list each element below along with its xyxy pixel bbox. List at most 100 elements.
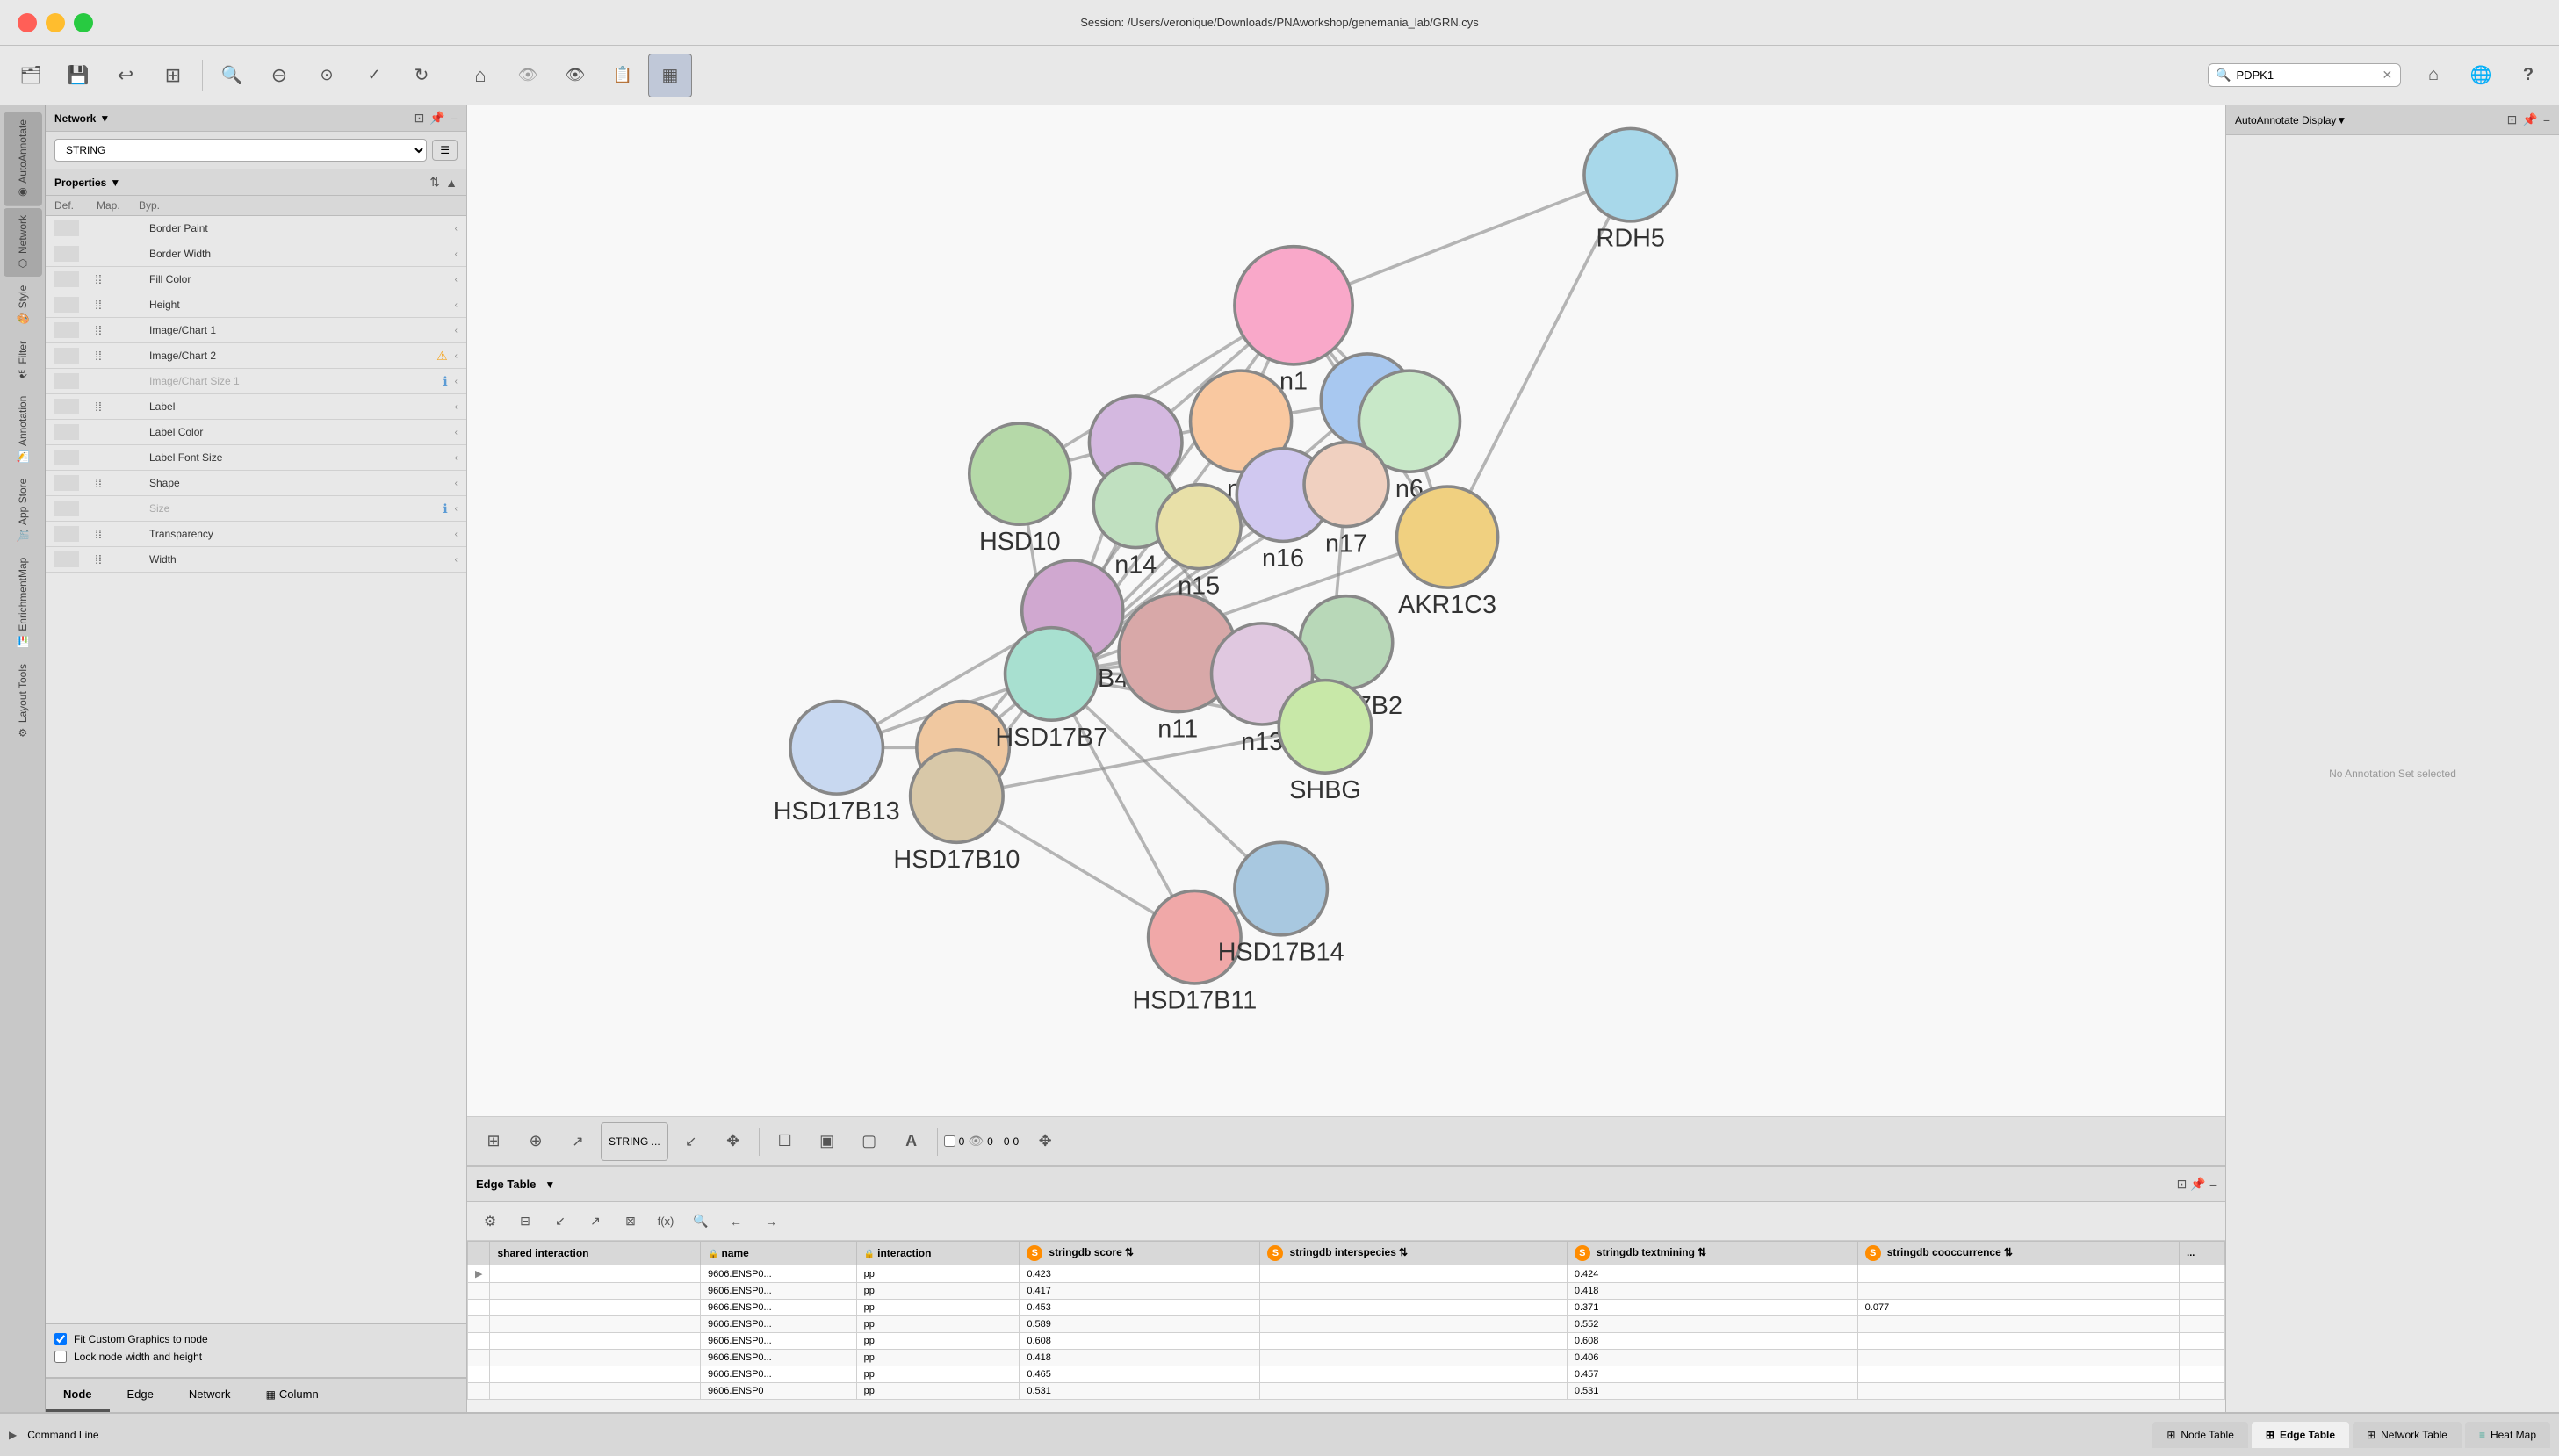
col-stringdb-interspecies[interactable]: S stringdb interspecies ⇅: [1260, 1242, 1567, 1265]
prop-expand-arrow[interactable]: ‹: [455, 249, 458, 259]
table-row[interactable]: 9606.ENSP0...pp0.4650.457: [468, 1366, 2225, 1383]
table-row[interactable]: 9606.ENSP0pp0.5310.531: [468, 1383, 2225, 1400]
undo-button[interactable]: ↩: [104, 54, 148, 97]
copy-button[interactable]: 📋: [601, 54, 645, 97]
sort-icon-score[interactable]: ⇅: [1125, 1246, 1134, 1258]
prop-def-cell[interactable]: [54, 246, 79, 262]
network-select[interactable]: STRING: [54, 139, 427, 162]
annotation-text-button[interactable]: A: [892, 1122, 931, 1161]
table-row[interactable]: 9606.ENSP0...pp0.4180.406: [468, 1350, 2225, 1366]
sidebar-item-autoannotate[interactable]: ◉ AutoAnnotate: [4, 112, 42, 206]
right-panel-close-button[interactable]: −: [2543, 112, 2550, 127]
table-float-button[interactable]: ⊡: [2177, 1177, 2188, 1192]
table-export-button[interactable]: ↗: [580, 1206, 611, 1237]
col-stringdb-score[interactable]: S stringdb score ⇅: [1020, 1242, 1260, 1265]
prop-def-cell[interactable]: [54, 501, 79, 516]
prop-map-cell[interactable]: ⁞⁞: [86, 272, 111, 286]
panel-pin-button[interactable]: 📌: [429, 111, 444, 126]
grid-view-button[interactable]: ⊞: [474, 1122, 513, 1161]
property-row[interactable]: Border Width‹: [46, 241, 466, 267]
table-row[interactable]: ▶9606.ENSP0...pp0.4230.424: [468, 1265, 2225, 1283]
network-graph[interactable]: RDH5n1HSD10n3n4n5n6AKR1C3HSD17B4HSD17B13…: [467, 105, 2225, 1116]
prop-map-cell[interactable]: ⁞⁞: [86, 298, 111, 312]
prop-map-cell[interactable]: ⁞⁞: [86, 552, 111, 566]
edge-table-tab[interactable]: ⊞ Edge Table: [2252, 1422, 2349, 1448]
table-formula-button[interactable]: f(x): [650, 1206, 681, 1237]
prop-expand-arrow[interactable]: ‹: [455, 555, 458, 565]
network-node[interactable]: HSD10: [970, 423, 1070, 556]
col-more[interactable]: ...: [2180, 1242, 2225, 1265]
prop-byp-cell[interactable]: [118, 297, 142, 313]
prop-expand-arrow[interactable]: ‹: [455, 275, 458, 285]
prop-def-cell[interactable]: [54, 220, 79, 236]
fit-custom-checkbox[interactable]: [54, 1333, 67, 1345]
window-controls[interactable]: [18, 13, 93, 32]
property-row[interactable]: Label Color‹: [46, 420, 466, 445]
sidebar-item-annotation[interactable]: 📝 Annotation: [4, 389, 42, 470]
zoom-out-button[interactable]: ⊖: [257, 54, 301, 97]
properties-dropdown-arrow[interactable]: ▼: [110, 177, 120, 189]
prop-def-cell[interactable]: [54, 348, 79, 364]
table-dropdown-arrow[interactable]: ▼: [544, 1178, 555, 1191]
sidebar-item-style[interactable]: 🎨 Style: [4, 278, 42, 332]
select-paint-button[interactable]: ▢: [850, 1122, 889, 1161]
prop-def-cell[interactable]: [54, 475, 79, 491]
hide-button[interactable]: 👁: [506, 54, 550, 97]
prop-def-cell[interactable]: [54, 297, 79, 313]
sort-icon-textmining[interactable]: ⇅: [1698, 1246, 1706, 1258]
panel-float-button[interactable]: ⊡: [414, 111, 425, 126]
network-node[interactable]: SHBG: [1279, 681, 1372, 804]
select-box-button[interactable]: ☐: [766, 1122, 804, 1161]
move-button[interactable]: ✥: [714, 1122, 753, 1161]
prop-expand-arrow[interactable]: ‹: [455, 326, 458, 335]
prop-map-cell[interactable]: ⁞⁞: [86, 349, 111, 363]
node-table-tab[interactable]: ⊞ Node Table: [2152, 1422, 2248, 1448]
prop-expand-arrow[interactable]: ‹: [455, 453, 458, 463]
prop-expand-arrow[interactable]: ‹: [455, 351, 458, 361]
property-row[interactable]: Label Font Size‹: [46, 445, 466, 471]
property-row[interactable]: ⁞⁞Shape‹: [46, 471, 466, 496]
globe-button[interactable]: 🌐: [2459, 54, 2503, 97]
layout-button[interactable]: ✥: [1026, 1122, 1064, 1161]
prop-def-cell[interactable]: [54, 551, 79, 567]
search-box[interactable]: 🔍 ✕: [2208, 63, 2401, 87]
prop-byp-cell[interactable]: [118, 501, 142, 516]
col-stringdb-textmining[interactable]: S stringdb textmining ⇅: [1567, 1242, 1857, 1265]
sort-icon-interspecies[interactable]: ⇅: [1399, 1246, 1408, 1258]
table-view-button[interactable]: ▦: [648, 54, 692, 97]
network-table-tab[interactable]: ⊞ Network Table: [2353, 1422, 2462, 1448]
search-clear-button[interactable]: ✕: [2382, 68, 2392, 83]
prop-byp-cell[interactable]: [118, 373, 142, 389]
property-row[interactable]: ⁞⁞Label‹: [46, 394, 466, 420]
prop-map-cell[interactable]: ⁞⁞: [86, 476, 111, 490]
network-node[interactable]: n17: [1304, 443, 1388, 559]
string-button[interactable]: STRING ...: [601, 1122, 668, 1161]
property-row[interactable]: Image/Chart Size 1ℹ‹: [46, 369, 466, 394]
prop-expand-arrow[interactable]: ‹: [455, 300, 458, 310]
table-search-button[interactable]: 🔍: [685, 1206, 717, 1237]
prop-expand-arrow[interactable]: ‹: [455, 224, 458, 234]
zoom-fit-button[interactable]: ⊙: [305, 54, 349, 97]
table-pin-button[interactable]: 📌: [2190, 1177, 2205, 1192]
sidebar-item-enrichmentmap[interactable]: 📊 EnrichmentMap: [4, 551, 42, 655]
property-row[interactable]: ⁞⁞Image/Chart 2⚠‹: [46, 343, 466, 369]
prop-expand-arrow[interactable]: ‹: [455, 428, 458, 437]
prop-byp-cell[interactable]: [118, 526, 142, 542]
open-button[interactable]: 🗂: [9, 54, 53, 97]
table-row[interactable]: 9606.ENSP0...pp0.4170.418: [468, 1283, 2225, 1300]
property-row[interactable]: ⁞⁞Height‹: [46, 292, 466, 318]
zoom-selected-button[interactable]: ✓: [352, 54, 396, 97]
prop-def-cell[interactable]: [54, 271, 79, 287]
share-button[interactable]: ⊕: [516, 1122, 555, 1161]
show-button[interactable]: 👁: [553, 54, 597, 97]
prop-expand-arrow[interactable]: ‹: [455, 530, 458, 539]
property-row[interactable]: ⁞⁞Width‹: [46, 547, 466, 573]
tab-network[interactable]: Network: [171, 1379, 249, 1412]
prop-map-cell[interactable]: ⁞⁞: [86, 323, 111, 337]
lock-node-checkbox[interactable]: [54, 1351, 67, 1363]
heat-map-tab[interactable]: ≡ Heat Map: [2465, 1422, 2550, 1448]
network-node[interactable]: AKR1C3: [1397, 487, 1498, 619]
home-button[interactable]: ⌂: [2411, 54, 2455, 97]
prop-expand-arrow[interactable]: ‹: [455, 402, 458, 412]
prop-byp-cell[interactable]: [118, 246, 142, 262]
